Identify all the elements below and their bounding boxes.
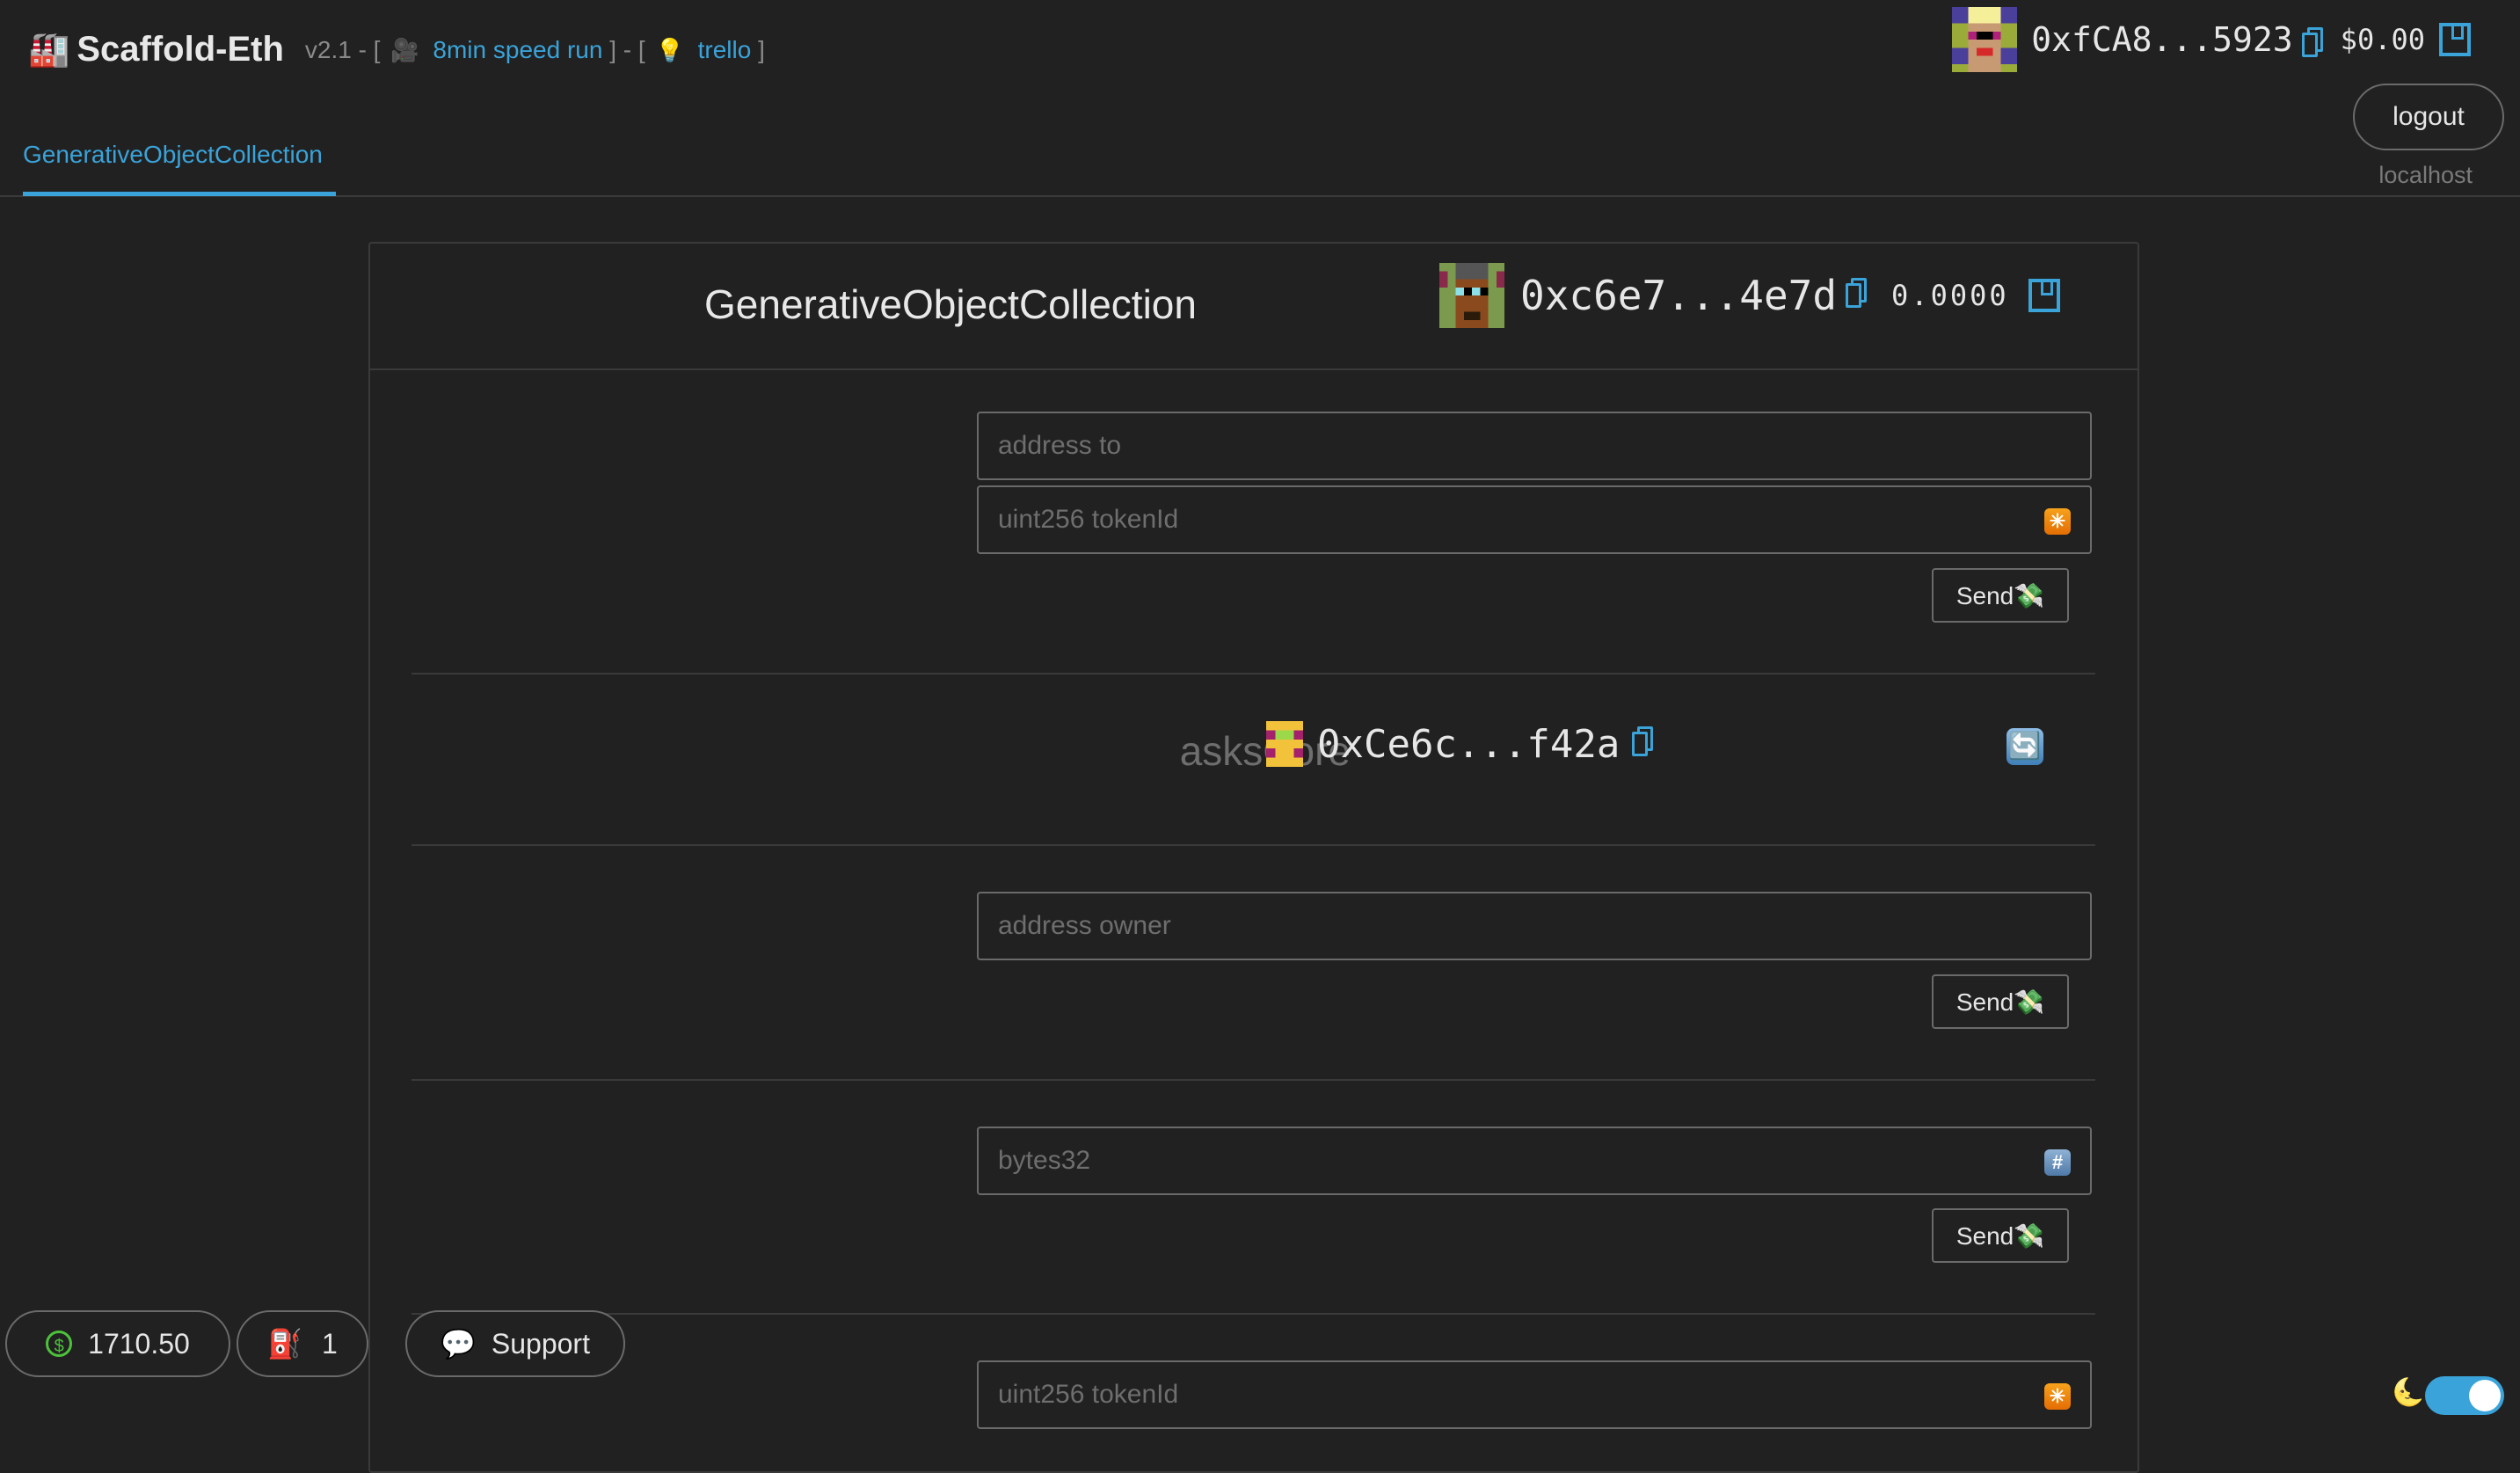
getapproved-tokenid-field[interactable] [979,1362,2090,1427]
multiply-by-1e18-icon[interactable]: ✳ [2044,1383,2071,1410]
divider [412,1313,2095,1315]
contract-avatar[interactable] [1439,263,1504,328]
toggle-knob[interactable] [2469,1380,2501,1411]
eth-price-pill[interactable]: $ 1710.50 [5,1310,230,1377]
speech-bubble-icon: 💬 [441,1328,476,1360]
askscore-address[interactable]: 0xCe6c...f42a [1317,722,1620,767]
app-title[interactable]: Scaffold-Eth [76,30,284,69]
moon-icon: 🌜 [2392,1378,2425,1407]
brand-subtitle: v2.1 - [ 🎥 8min speed run ] - [ 💡 trello… [305,36,765,64]
separator-text: ] - [ [609,35,645,63]
combinationexists-bytes32-field[interactable] [979,1128,2090,1193]
hash-icon[interactable]: # [2044,1149,2071,1176]
askscore-avatar[interactable] [1263,721,1307,767]
close-bracket: ] [758,35,765,63]
dollar-icon: $ [46,1331,73,1357]
copy-icon[interactable] [1846,278,1868,313]
divider [412,1079,2095,1081]
theme-toggle[interactable] [2425,1376,2504,1415]
card-header: GenerativeObjectCollection 0xc6e7...4e7d… [370,244,2138,370]
fuel-pump-icon: ⛽ [267,1328,303,1360]
speedrun-link[interactable]: 8min speed run [433,36,602,63]
account-balance[interactable]: $0.00 [2341,23,2425,56]
balanceof-send-button[interactable]: Send💸 [1932,974,2069,1029]
support-label: Support [491,1327,590,1360]
account-widget: 0xfCA8...5923 $0.00 [1952,7,2471,72]
approve-send-button[interactable]: Send💸 [1932,568,2069,623]
lightbulb-icon: 💡 [655,36,684,63]
askscore-value: 0xCe6c...f42a [1263,721,1655,767]
divider [412,844,2095,846]
contract-balance[interactable]: 0.0000 [1891,279,2009,312]
movie-camera-icon: 🎥 [390,36,419,63]
support-button[interactable]: 💬 Support [405,1310,625,1377]
factory-icon: 🏭 [28,31,70,69]
version-text: v2.1 - [ [304,35,381,63]
contract-address-widget: 0xc6e7...4e7d 0.0000 [1439,263,2060,328]
eth-price: 1710.50 [88,1327,190,1360]
combinationexists-send-button[interactable]: Send💸 [1932,1208,2069,1263]
multiply-by-1e18-icon[interactable]: ✳ [2044,508,2071,535]
tab-generative-object-collection[interactable]: GenerativeObjectCollection [23,141,323,169]
balanceof-owner-input[interactable] [977,892,2092,960]
gas-count: 1 [322,1327,338,1360]
combinationexists-bytes32-input[interactable]: # [977,1127,2092,1195]
approve-tokenid-field[interactable] [979,487,2090,552]
trello-link[interactable]: trello [698,36,752,63]
tab-bar [0,195,2520,197]
brand: 🏭 Scaffold-Eth v2.1 - [ 🎥 8min speed run… [28,30,765,69]
wallet-icon[interactable] [2439,23,2471,56]
network-label: localhost [2378,162,2473,188]
gas-price-pill[interactable]: ⛽ 1 [237,1310,368,1377]
approve-to-input[interactable] [977,412,2092,480]
contract-name: GenerativeObjectCollection [704,281,1197,327]
active-tab-indicator [23,192,336,196]
getapproved-tokenid-input[interactable]: ✳ [977,1360,2092,1429]
balanceof-owner-field[interactable] [979,893,2090,959]
refresh-icon[interactable]: 🔄 [2007,728,2043,765]
contract-address[interactable]: 0xc6e7...4e7d [1520,272,1837,319]
wallet-icon[interactable] [2028,279,2060,312]
approve-to-field[interactable] [979,413,2090,478]
logout-button[interactable]: logout [2353,84,2504,150]
divider [412,673,2095,675]
approve-tokenid-input[interactable]: ✳ [977,485,2092,554]
account-avatar[interactable] [1952,7,2018,72]
copy-icon[interactable] [1632,726,1655,762]
account-address[interactable]: 0xfCA8...5923 [2031,20,2292,59]
copy-icon[interactable] [2301,27,2323,57]
